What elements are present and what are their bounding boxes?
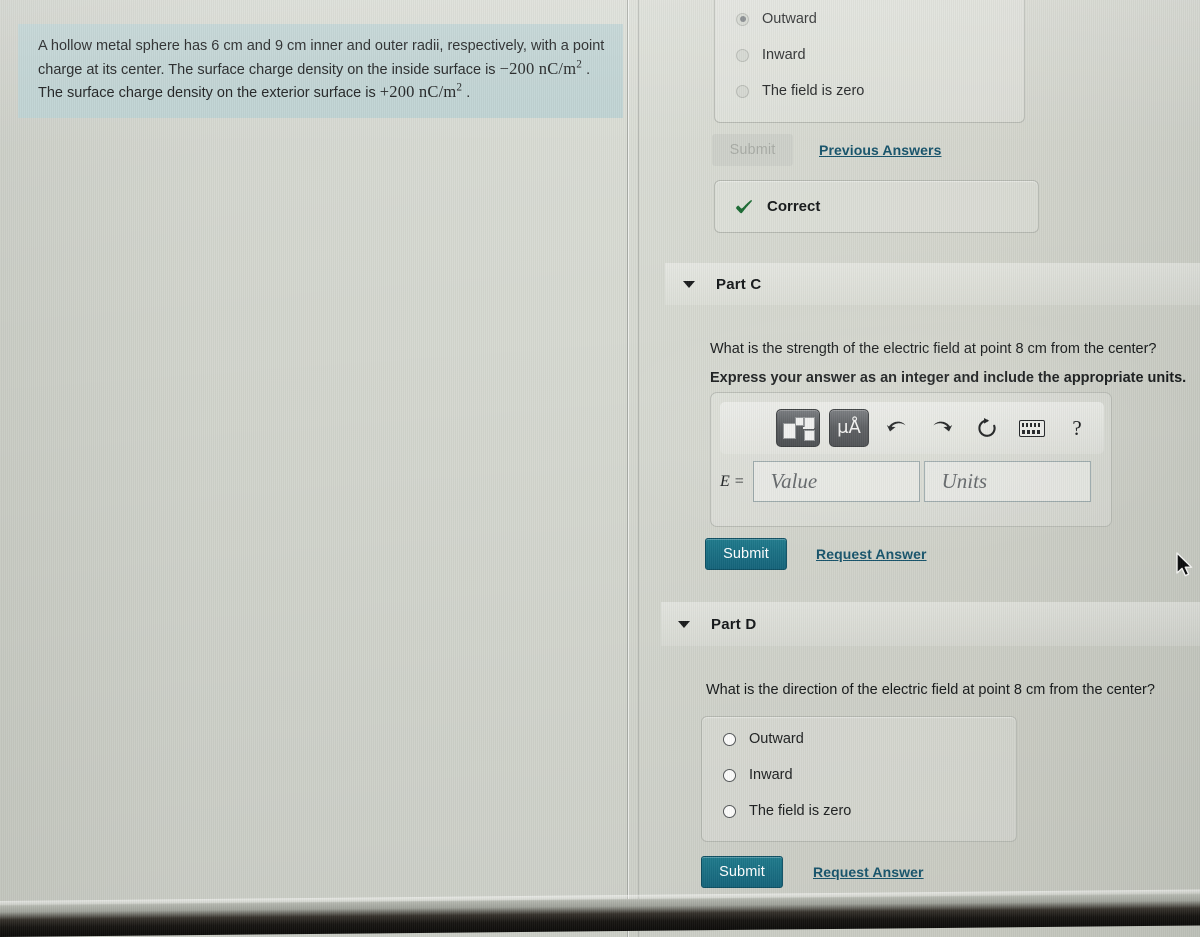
part-b-submit-button[interactable]: Submit (712, 134, 793, 166)
units-placeholder: Units (941, 469, 988, 493)
units-icon-label: μÅ (837, 417, 861, 438)
radio-icon[interactable] (723, 804, 736, 818)
part-d-header[interactable]: Part D (661, 602, 1200, 646)
undo-icon[interactable] (878, 410, 916, 446)
part-c-instruction: Express your answer as an integer and in… (710, 370, 1187, 386)
part-b-feedback-correct: Correct (714, 180, 1039, 233)
feedback-label: Correct (767, 198, 821, 215)
keyboard-icon[interactable] (1013, 410, 1051, 446)
collapse-caret-icon[interactable] (683, 280, 695, 288)
equation-label: E = (720, 472, 745, 490)
part-d-option-field-is-zero[interactable]: The field is zero (702, 793, 1016, 829)
problem-text-3: . (466, 85, 471, 102)
part-b-option-outward[interactable]: Outward (715, 1, 1024, 37)
radio-icon[interactable] (723, 768, 736, 782)
part-b-actions: Submit Previous Answers (712, 134, 941, 166)
part-c-submit-button[interactable]: Submit (705, 538, 787, 570)
problem-statement: A hollow metal sphere has 6 cm and 9 cm … (18, 24, 623, 118)
units-icon[interactable]: μÅ (829, 409, 869, 447)
option-label: Outward (749, 731, 804, 747)
part-b-option-field-is-zero[interactable]: The field is zero (715, 73, 1024, 109)
part-d-option-inward[interactable]: Inward (702, 757, 1016, 793)
redo-icon[interactable] (923, 410, 961, 446)
screen-photo: A hollow metal sphere has 6 cm and 9 cm … (0, 0, 1200, 937)
part-c-title: Part C (716, 275, 762, 293)
math-template-icon[interactable] (776, 409, 820, 447)
option-label: Inward (749, 767, 793, 783)
part-d-question: What is the direction of the electric fi… (706, 682, 1155, 698)
part-c-request-answer-link[interactable]: Request Answer (816, 546, 927, 562)
help-icon[interactable]: ? (1058, 410, 1096, 446)
left-pane: A hollow metal sphere has 6 cm and 9 cm … (0, 0, 627, 905)
part-c-entry-row: E = Value Units (720, 461, 1091, 502)
option-label: Inward (762, 47, 806, 63)
check-icon (735, 199, 753, 215)
part-d-answer-card: Outward Inward The field is zero (701, 716, 1017, 842)
part-b-option-inward[interactable]: Inward (715, 37, 1024, 73)
radio-icon[interactable] (736, 12, 749, 26)
option-label: Outward (762, 11, 817, 27)
part-d-request-answer-link[interactable]: Request Answer (813, 864, 924, 880)
radio-icon[interactable] (736, 84, 749, 98)
help-icon-label: ? (1072, 415, 1082, 440)
units-input[interactable]: Units (923, 461, 1091, 502)
collapse-caret-icon[interactable] (678, 620, 690, 628)
part-d-actions: Submit Request Answer (701, 856, 924, 888)
part-c-answer-widget: μÅ ? E = Value Units (710, 392, 1112, 527)
problem-outside-density: +200 nC/m2 (379, 81, 463, 102)
part-d-option-outward[interactable]: Outward (702, 721, 1016, 757)
pane-divider (627, 0, 628, 937)
part-c-header[interactable]: Part C (665, 263, 1200, 305)
reset-icon[interactable] (968, 410, 1006, 446)
part-c-question: What is the strength of the electric fie… (710, 341, 1157, 357)
option-label: The field is zero (749, 803, 852, 819)
value-input[interactable]: Value (752, 461, 920, 502)
part-b-answer-card: Outward Inward The field is zero (714, 0, 1025, 123)
part-c-math-toolbar: μÅ ? (720, 402, 1104, 454)
value-placeholder: Value (770, 469, 818, 493)
part-c-actions: Submit Request Answer (705, 538, 927, 570)
option-label: The field is zero (762, 83, 865, 99)
radio-icon[interactable] (736, 48, 749, 62)
part-d-title: Part D (711, 615, 757, 633)
radio-icon[interactable] (723, 732, 736, 746)
right-pane: Outward Inward The field is zero Submit … (639, 0, 1200, 905)
problem-inside-density: −200 nC/m2 (499, 58, 583, 78)
part-d-submit-button[interactable]: Submit (701, 856, 783, 888)
part-b-previous-answers-link[interactable]: Previous Answers (819, 142, 941, 158)
